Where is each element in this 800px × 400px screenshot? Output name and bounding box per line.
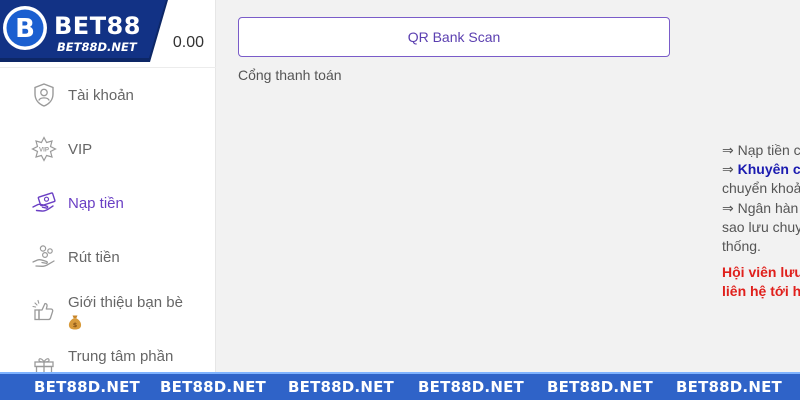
money-bag-icon: $ bbox=[68, 315, 82, 330]
warning-line: liên hệ tới h bbox=[722, 283, 800, 300]
deposit-hand-icon bbox=[32, 192, 56, 212]
svg-text:VIP: VIP bbox=[39, 146, 49, 153]
note-highlight: Khuyên c bbox=[737, 161, 800, 178]
withdraw-coins-icon bbox=[32, 245, 55, 267]
warning-note: Hội viên lưu liên hệ tới h bbox=[722, 263, 800, 301]
sidebar-item-label: Trung tâm phần bbox=[68, 348, 174, 365]
sidebar-item-vip[interactable]: VIP VIP bbox=[0, 122, 216, 176]
note-line: chuyển khoả bbox=[722, 180, 800, 197]
payment-gateway-label: Cổng thanh toán bbox=[238, 67, 342, 83]
sidebar-item-account[interactable]: Tài khoản bbox=[0, 68, 216, 122]
qr-bank-scan-button[interactable]: QR Bank Scan bbox=[238, 17, 670, 57]
sidebar-item-label: Giới thiệu bạn bè $ bbox=[68, 293, 198, 330]
watermark-text: BET88D.NET bbox=[547, 378, 653, 396]
sidebar-item-label: Tài khoản bbox=[68, 87, 134, 104]
watermark-text: BET88D.NET bbox=[288, 378, 394, 396]
thumbs-up-icon bbox=[32, 299, 54, 321]
svg-text:B: B bbox=[15, 14, 35, 44]
watermark-band: BET88D.NET BET88D.NET BET88D.NET BET88D.… bbox=[0, 372, 800, 400]
sidebar-item-label: VIP bbox=[68, 141, 93, 158]
note-line: sao lưu chuy bbox=[722, 218, 800, 235]
sidebar-item-label: Nạp tiền bbox=[68, 195, 124, 212]
logo-subtext: BET88D.NET bbox=[57, 40, 138, 54]
watermark-text: BET88D.NET bbox=[160, 378, 266, 396]
bet88-logo: B BET88 BET88D.NET bbox=[0, 0, 168, 62]
sidebar-item-label-text: Giới thiệu bạn bè bbox=[68, 294, 183, 311]
vip-badge-icon: VIP bbox=[31, 136, 57, 162]
svg-text:$: $ bbox=[73, 321, 78, 329]
sidebar-item-withdraw[interactable]: Rút tiền bbox=[0, 230, 216, 284]
warning-line: Hội viên lưu bbox=[722, 264, 800, 281]
logo-text: BET88 bbox=[54, 12, 141, 40]
sidebar-item-label: Rút tiền bbox=[68, 249, 120, 266]
note-line: ⇒ Ngân hàn bbox=[722, 199, 799, 216]
watermark-text: BET88D.NET bbox=[418, 378, 524, 396]
shield-user-icon bbox=[34, 83, 54, 107]
brand-logo[interactable]: B BET88 BET88D.NET bbox=[0, 0, 168, 62]
main-content: QR Bank Scan Cổng thanh toán ⇒ Nạp tiền … bbox=[217, 0, 800, 372]
watermark-text: BET88D.NET bbox=[34, 378, 140, 396]
watermark-text: BET88D.NET bbox=[676, 378, 782, 396]
balance-amount: 0.00 bbox=[172, 34, 204, 51]
note-line: ⇒ Nạp tiền c bbox=[722, 142, 800, 158]
deposit-notes: ⇒ Nạp tiền c ⇒ Khuyên c chuyển khoả ⇒ Ng… bbox=[722, 141, 800, 302]
note-line: ⇒ Khuyên c bbox=[722, 160, 800, 179]
note-arrow: ⇒ bbox=[722, 161, 738, 178]
sidebar-item-deposit[interactable]: Nạp tiền bbox=[0, 176, 216, 230]
sidebar-item-referral[interactable]: Giới thiệu bạn bè $ bbox=[0, 284, 216, 338]
note-line: thống. bbox=[722, 238, 761, 255]
